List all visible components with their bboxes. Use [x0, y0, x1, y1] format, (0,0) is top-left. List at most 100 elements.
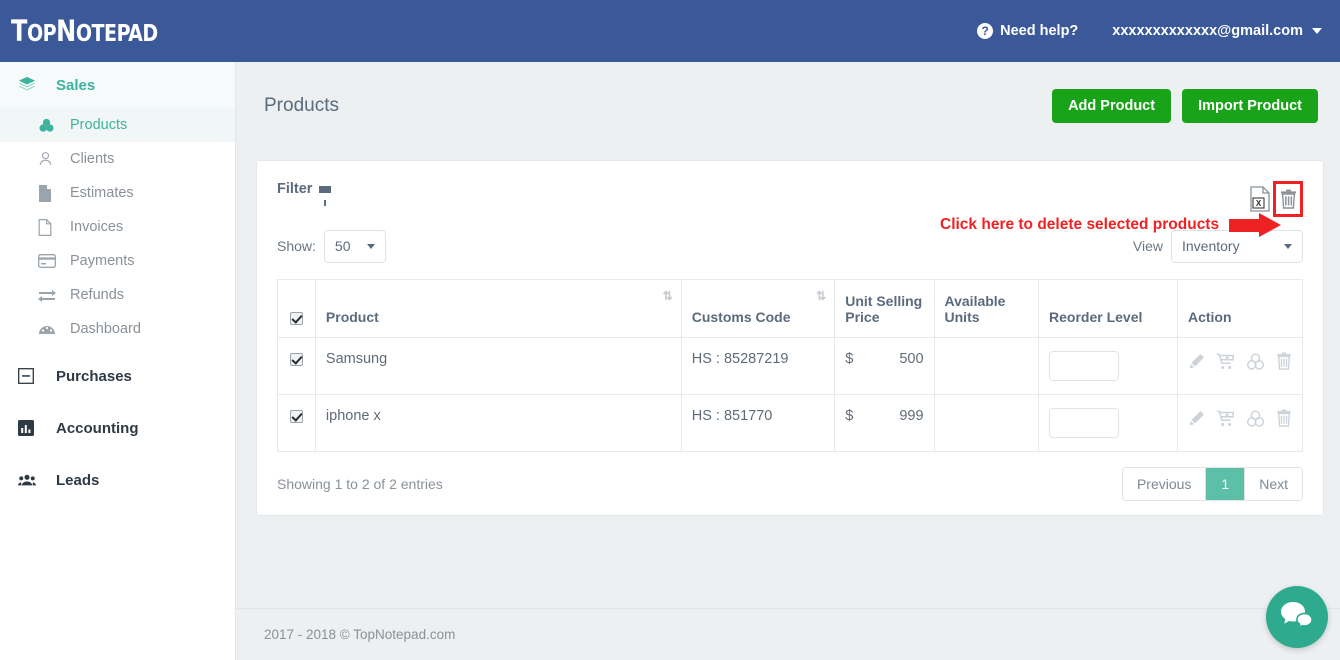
sidebar-item-label: Invoices	[70, 218, 124, 235]
pagination-page-1[interactable]: 1	[1206, 468, 1246, 500]
file-filled-icon	[38, 184, 62, 202]
chevron-down-icon	[366, 243, 375, 249]
pagination-previous[interactable]: Previous	[1122, 468, 1207, 500]
chat-widget-button[interactable]	[1266, 586, 1328, 648]
copyright-text: 2017 - 2018 © TopNotepad.com	[264, 627, 456, 642]
page-footer: 2017 - 2018 © TopNotepad.com	[236, 608, 1340, 660]
app-logo[interactable]: TOPNOTEPAD	[0, 14, 217, 48]
header-right-group: ? Need help? xxxxxxxxxxxxx@gmail.com	[977, 23, 1340, 39]
sidebar-item-label: Estimates	[70, 184, 134, 201]
view-select-group: View Inventory	[1133, 229, 1303, 263]
user-email-label: xxxxxxxxxxxxx@gmail.com	[1112, 23, 1303, 39]
import-product-button[interactable]: Import Product	[1182, 89, 1318, 123]
view-select[interactable]: Inventory	[1171, 229, 1303, 263]
sidebar-item-payments[interactable]: Payments	[0, 244, 235, 278]
show-entries-select[interactable]: 50	[323, 229, 386, 263]
table-controls-row: Show: 50 View Inventory	[277, 229, 1303, 263]
bar-chart-icon	[18, 420, 48, 436]
chat-bubbles-icon	[1280, 600, 1314, 635]
show-entries-value: 50	[334, 238, 351, 254]
need-help-link[interactable]: ? Need help?	[977, 23, 1078, 39]
table-header-row: ⇅ Product ⇅ Customs Code Unit Selling Pr…	[277, 279, 1304, 338]
page-header-actions: Add Product Import Product	[1052, 89, 1318, 123]
excel-export-icon[interactable]: X	[1249, 186, 1271, 212]
trash-icon[interactable]	[1276, 352, 1292, 370]
cell-product: iphone x	[314, 394, 682, 452]
cell-unit-selling-price: $ 500	[834, 337, 935, 395]
sidebar-item-invoices[interactable]: Invoices	[0, 210, 235, 244]
price-value: 500	[899, 351, 924, 367]
header-reorder-level: Reorder Level	[1038, 279, 1178, 338]
cell-available-units	[933, 394, 1040, 452]
sidebar-item-products[interactable]: Products	[0, 108, 235, 142]
entries-count-label: Showing 1 to 2 of 2 entries	[277, 476, 443, 492]
sidebar-item-label: Payments	[70, 252, 135, 269]
row-checkbox[interactable]	[289, 409, 303, 423]
header-unit-selling-price: Unit Selling Price	[834, 279, 935, 338]
sidebar-item-leads[interactable]: Leads	[0, 458, 235, 502]
row-action-group	[1188, 408, 1292, 427]
filter-label: Filter	[277, 181, 313, 197]
table-footer: Showing 1 to 2 of 2 entries Previous 1 N…	[277, 467, 1303, 501]
sidebar-item-dashboard[interactable]: Dashboard	[0, 312, 235, 346]
cubes-icon[interactable]	[1246, 353, 1265, 370]
header-label: Customs Code	[691, 309, 791, 325]
sort-updown-icon[interactable]: ⇅	[663, 290, 673, 302]
header-product[interactable]: ⇅ Product	[314, 279, 682, 338]
page-header: Products Add Product Import Product	[236, 62, 1340, 130]
panel-toolbar: Filter X Click here to delete selected p…	[277, 181, 1303, 237]
pagination-next[interactable]: Next	[1245, 468, 1302, 500]
sidebar-item-sales[interactable]: Sales	[0, 62, 235, 108]
row-checkbox[interactable]	[289, 352, 303, 366]
svg-text:X: X	[1256, 199, 1262, 208]
main-content-area: Products Add Product Import Product Filt…	[236, 62, 1340, 660]
logo-part-t: T	[11, 14, 27, 48]
edit-pencil-icon[interactable]	[1188, 410, 1205, 427]
table-row: Samsung HS : 85287219 $ 500	[277, 337, 1304, 395]
sidebar-navigation: Sales Products Clients Estimates Invoice…	[0, 62, 236, 660]
add-product-button[interactable]: Add Product	[1052, 89, 1172, 123]
currency-symbol: $	[845, 351, 854, 367]
reorder-level-input[interactable]	[1049, 351, 1120, 381]
cell-reorder-level	[1038, 394, 1178, 452]
cell-actions	[1176, 337, 1304, 395]
delete-selected-button[interactable]	[1273, 181, 1303, 217]
sidebar-item-label: Leads	[56, 471, 100, 489]
sidebar-item-purchases[interactable]: Purchases	[0, 354, 235, 398]
cell-customs-code: HS : 851770	[680, 394, 836, 452]
file-icon	[38, 218, 62, 236]
view-select-value: Inventory	[1182, 238, 1240, 254]
edit-pencil-icon[interactable]	[1188, 353, 1205, 370]
sidebar-item-estimates[interactable]: Estimates	[0, 176, 235, 210]
sort-updown-icon[interactable]: ⇅	[816, 290, 826, 302]
cubes-icon	[38, 117, 62, 134]
user-icon	[38, 151, 62, 167]
user-account-menu[interactable]: xxxxxxxxxxxxx@gmail.com	[1112, 23, 1322, 39]
cart-plus-icon[interactable]	[1216, 410, 1235, 427]
trash-icon[interactable]	[1276, 409, 1292, 427]
logo-part-n: N	[56, 14, 76, 48]
sidebar-item-label: Purchases	[56, 367, 132, 385]
sidebar-item-clients[interactable]: Clients	[0, 142, 235, 176]
cell-customs-code: HS : 85287219	[680, 337, 836, 395]
cart-plus-icon[interactable]	[1216, 353, 1235, 370]
table-row: iphone x HS : 851770 $ 999	[277, 394, 1304, 452]
sidebar-item-refunds[interactable]: Refunds	[0, 278, 235, 312]
logo-part-otepad: OTEPAD	[75, 21, 158, 47]
products-table: ⇅ Product ⇅ Customs Code Unit Selling Pr…	[277, 279, 1304, 452]
reorder-level-input[interactable]	[1049, 408, 1120, 438]
filter-toggle[interactable]: Filter	[277, 181, 332, 206]
users-icon	[18, 473, 48, 487]
cubes-icon[interactable]	[1246, 410, 1265, 427]
trash-icon	[1280, 189, 1296, 209]
header-customs-code[interactable]: ⇅ Customs Code	[680, 279, 836, 338]
exchange-icon	[38, 288, 62, 302]
sidebar-item-accounting[interactable]: Accounting	[0, 406, 235, 450]
sidebar-item-label: Clients	[70, 150, 115, 167]
logo-part-op: OP	[26, 21, 57, 47]
select-all-checkbox[interactable]	[289, 311, 303, 325]
table-head: ⇅ Product ⇅ Customs Code Unit Selling Pr…	[277, 279, 1304, 338]
sidebar-item-label: Refunds	[70, 286, 125, 303]
pagination: Previous 1 Next	[1121, 467, 1303, 501]
header-label: Available Units	[944, 293, 1006, 325]
